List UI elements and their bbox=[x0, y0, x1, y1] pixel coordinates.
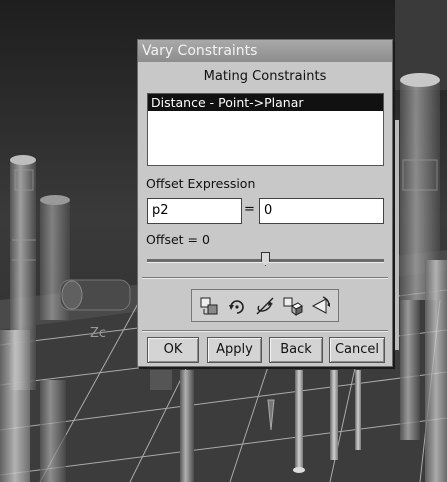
divider bbox=[142, 330, 388, 332]
move-component-icon[interactable] bbox=[198, 294, 222, 318]
rotate-icon[interactable] bbox=[225, 294, 249, 318]
divider bbox=[142, 277, 388, 279]
dialog-title: Vary Constraints bbox=[142, 43, 258, 59]
back-button[interactable]: Back bbox=[269, 337, 323, 363]
dialog-title-bar[interactable]: Vary Constraints bbox=[138, 40, 392, 62]
apply-button[interactable]: Apply bbox=[207, 337, 262, 363]
snap-component-icon[interactable] bbox=[281, 294, 305, 318]
equals-sign: = bbox=[244, 202, 255, 217]
expression-value-field[interactable]: 0 bbox=[259, 198, 384, 224]
ok-button[interactable]: OK bbox=[147, 337, 199, 363]
axis-label: Zc bbox=[90, 326, 107, 341]
free-rotate-icon[interactable] bbox=[253, 294, 277, 318]
expression-name-field[interactable]: p2 bbox=[147, 198, 242, 224]
vary-constraints-dialog: Vary Constraints Mating Constraints Dist… bbox=[137, 39, 393, 367]
offset-readout: Offset = 0 bbox=[146, 232, 210, 247]
constraints-listbox[interactable]: Distance - Point->Planar bbox=[147, 93, 384, 166]
manipulation-toolbar bbox=[191, 289, 339, 322]
cancel-button[interactable]: Cancel bbox=[329, 337, 385, 363]
offset-slider-thumb[interactable] bbox=[261, 252, 270, 266]
constraint-list-item[interactable]: Distance - Point->Planar bbox=[148, 94, 383, 111]
mating-constraints-heading: Mating Constraints bbox=[203, 69, 327, 84]
reorient-icon[interactable] bbox=[308, 294, 332, 318]
offset-expression-label: Offset Expression bbox=[146, 176, 256, 191]
